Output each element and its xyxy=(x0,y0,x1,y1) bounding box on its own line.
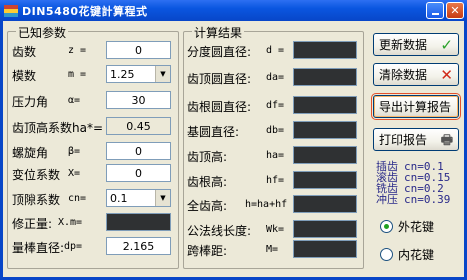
result-symbol: da= xyxy=(266,72,285,83)
external-spline-radio-dot xyxy=(380,220,393,233)
close-icon: ✕ xyxy=(450,4,460,17)
known-symbol: cn= xyxy=(68,193,87,204)
minimize-icon xyxy=(431,12,439,15)
print-report-label: 打印报告 xyxy=(379,133,428,147)
result-output xyxy=(293,171,357,189)
known-label: 螺旋角 xyxy=(12,146,49,160)
result-symbol: h=ha+hf xyxy=(245,199,288,210)
result-label: 齿根高: xyxy=(187,175,228,189)
result-label: 跨棒距: xyxy=(187,244,228,258)
chevron-down-icon[interactable]: ▼ xyxy=(155,66,170,82)
result-symbol: ha= xyxy=(266,150,285,161)
clearance-coef-select[interactable]: 0.1 ▼ xyxy=(106,189,171,207)
known-input[interactable]: 0 xyxy=(106,142,171,160)
result-label: 齿根圆直径: xyxy=(187,100,252,114)
clear-data-label: 清除数据 xyxy=(379,68,428,82)
clear-data-button[interactable]: 清除数据 ✕ xyxy=(373,63,459,86)
check-icon: ✓ xyxy=(440,36,453,54)
chevron-down-icon[interactable]: ▼ xyxy=(155,190,170,206)
known-label: 修正量: xyxy=(12,217,53,231)
known-symbol: α= xyxy=(68,95,81,106)
known-input[interactable] xyxy=(106,213,171,231)
result-output xyxy=(293,195,357,213)
result-symbol: db= xyxy=(266,125,285,136)
result-symbol: df= xyxy=(266,100,285,111)
result-output xyxy=(293,146,357,164)
window-title: DIN5480花键計算程式 xyxy=(22,4,148,18)
result-output xyxy=(293,41,357,59)
results-title: 计算结果 xyxy=(192,24,245,41)
known-label: 变位系数 xyxy=(12,168,61,182)
result-label: 分度圆直径: xyxy=(187,45,252,59)
select-value: 0.1 xyxy=(110,191,128,205)
app-icon xyxy=(4,4,18,17)
result-label: 齿顶高: xyxy=(187,150,228,164)
cn-value: cn=0.39 xyxy=(404,193,451,206)
result-output xyxy=(293,96,357,114)
known-symbol: X.m= xyxy=(58,217,83,228)
result-label: 基圆直径: xyxy=(187,125,240,139)
close-button[interactable]: ✕ xyxy=(446,2,464,19)
known-label: 齿顶高系数ha*= xyxy=(12,121,104,135)
known-input[interactable]: 30 xyxy=(106,91,171,109)
print-report-button[interactable]: 打印报告 🖶 xyxy=(373,128,459,151)
known-label: 量棒直径: xyxy=(12,241,65,255)
module-select[interactable]: 1.25 ▼ xyxy=(106,65,171,83)
export-report-button[interactable]: 导出计算报告 xyxy=(371,93,461,120)
internal-spline-radio-dot xyxy=(380,248,393,261)
cn-method-label: 冲压 xyxy=(376,193,398,206)
known-label: 齿数 xyxy=(12,45,37,59)
export-report-label: 导出计算报告 xyxy=(379,100,452,114)
known-input[interactable]: 0 xyxy=(106,41,171,59)
result-output xyxy=(293,68,357,86)
known-label: 压力角 xyxy=(12,95,49,109)
internal-spline-label: 内花键 xyxy=(398,248,435,262)
result-output xyxy=(293,240,357,258)
known-input[interactable]: 2.165 xyxy=(106,237,171,255)
printer-icon: 🖶 xyxy=(440,133,453,148)
result-output xyxy=(293,121,357,139)
title-bar: DIN5480花键計算程式 ✕ xyxy=(0,0,467,21)
known-symbol: X= xyxy=(68,168,81,179)
internal-spline-radio[interactable]: 内花键 xyxy=(380,246,434,263)
known-label: 顶隙系数 xyxy=(12,193,61,207)
external-spline-radio[interactable]: 外花键 xyxy=(380,218,434,235)
known-symbol: dp= xyxy=(64,241,83,252)
known-symbol: m = xyxy=(68,69,87,80)
known-label: 模数 xyxy=(12,69,37,83)
result-symbol: hf= xyxy=(266,175,285,186)
known-symbol: z = xyxy=(68,45,87,56)
result-symbol: M= xyxy=(266,244,279,255)
known-input: 0.45 xyxy=(106,117,171,135)
result-label: 全齿高: xyxy=(187,199,228,213)
cross-icon: ✕ xyxy=(440,66,453,84)
minimize-button[interactable] xyxy=(426,2,444,19)
known-input[interactable]: 0 xyxy=(106,164,171,182)
known-symbol: β= xyxy=(68,146,81,157)
result-symbol: Wk= xyxy=(266,224,285,235)
result-output xyxy=(293,220,357,238)
known-params-title: 已知参数 xyxy=(16,24,69,41)
update-data-label: 更新数据 xyxy=(379,38,428,52)
result-label: 公法线长度: xyxy=(187,224,252,238)
result-symbol: d = xyxy=(266,45,285,56)
update-data-button[interactable]: 更新数据 ✓ xyxy=(373,33,459,56)
external-spline-label: 外花键 xyxy=(398,220,435,234)
select-value: 1.25 xyxy=(110,67,135,81)
result-label: 齿顶圆直径: xyxy=(187,72,252,86)
